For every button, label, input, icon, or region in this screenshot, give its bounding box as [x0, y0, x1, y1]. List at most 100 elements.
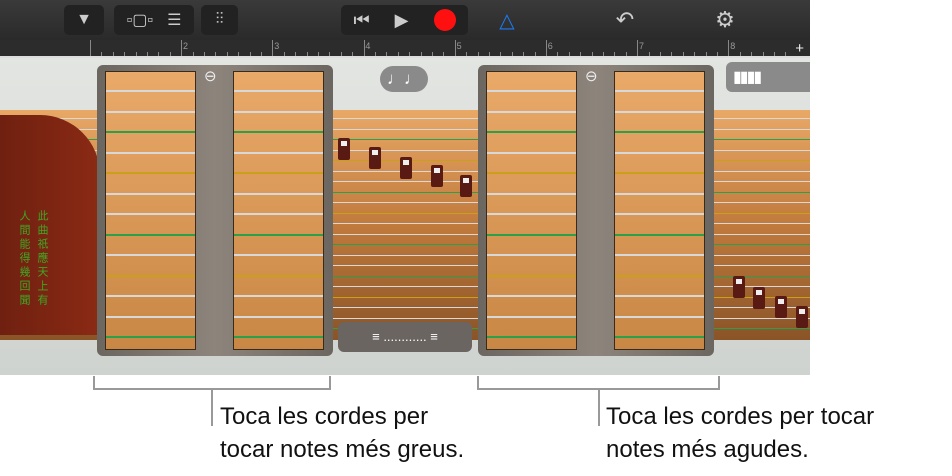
string[interactable] — [487, 90, 576, 92]
string[interactable] — [487, 110, 576, 113]
bridge — [338, 138, 350, 160]
ruler-tick — [352, 52, 354, 56]
high-strings-panel-2[interactable] — [614, 71, 705, 350]
mixer-button[interactable]: ⫶⫶ — [201, 5, 238, 35]
string[interactable] — [615, 213, 704, 215]
string[interactable] — [487, 172, 576, 174]
ruler-tick — [306, 52, 308, 56]
view-toggle-icon[interactable]: ▫▢▫ — [127, 10, 153, 30]
bridge — [733, 276, 745, 298]
string[interactable] — [487, 274, 576, 277]
string[interactable] — [615, 192, 704, 195]
string[interactable] — [615, 295, 704, 297]
timeline-ruler[interactable]: 2 3 4 5 6 7 8 + — [0, 40, 810, 58]
ruler-tick — [124, 52, 126, 56]
ruler-tick — [261, 52, 262, 56]
callout-line-right — [598, 390, 600, 426]
string[interactable] — [234, 110, 323, 113]
string[interactable] — [234, 274, 323, 277]
string[interactable] — [487, 315, 576, 318]
ruler-tick — [340, 52, 342, 56]
string[interactable] — [106, 172, 195, 174]
range-selector[interactable]: ▮▮▮▮ — [726, 62, 810, 92]
string[interactable] — [615, 90, 704, 92]
zoom-out-icon[interactable]: ⊖ — [204, 67, 217, 85]
undo-button[interactable]: ↶ — [610, 5, 640, 35]
browser-button[interactable]: ▼ — [64, 5, 104, 35]
low-strings-panel-2[interactable] — [233, 71, 324, 350]
string[interactable] — [615, 233, 704, 236]
settings-button[interactable]: ⚙ — [710, 5, 740, 35]
string[interactable] — [234, 315, 323, 318]
string[interactable] — [487, 295, 576, 297]
string[interactable] — [487, 192, 576, 195]
low-strings-frame: ⊖ — [97, 65, 333, 356]
bridge — [369, 147, 381, 169]
add-section-icon[interactable]: + — [795, 40, 804, 57]
string[interactable] — [234, 233, 323, 236]
string[interactable] — [234, 172, 323, 174]
chord-strip[interactable]: ≡ ............ ≡ — [338, 322, 472, 352]
ruler-tick — [580, 52, 582, 56]
string[interactable] — [234, 295, 323, 297]
string[interactable] — [106, 90, 195, 92]
string[interactable] — [615, 274, 704, 277]
string[interactable] — [234, 151, 323, 154]
string[interactable] — [234, 90, 323, 92]
play-icon[interactable]: ▶ — [395, 10, 409, 31]
string[interactable] — [106, 254, 195, 256]
string[interactable] — [234, 213, 323, 215]
string[interactable] — [106, 295, 195, 297]
bar-number: 4 — [365, 41, 371, 51]
ruler-tick — [774, 52, 775, 56]
triangle-down-icon: ▼ — [76, 11, 92, 28]
ruler-tick — [500, 52, 502, 56]
string[interactable] — [106, 151, 195, 154]
ruler-tick — [443, 52, 445, 56]
string[interactable] — [106, 274, 195, 277]
low-strings-panel-1[interactable] — [105, 71, 196, 350]
callout-bracket-left — [93, 376, 331, 390]
ruler-tick — [751, 52, 753, 56]
metronome-button[interactable]: △ — [492, 5, 522, 35]
string[interactable] — [106, 192, 195, 195]
tracks-icon[interactable]: ☰ — [167, 10, 181, 30]
string[interactable] — [487, 254, 576, 256]
string[interactable] — [615, 172, 704, 174]
string[interactable] — [106, 233, 195, 236]
inscription-left: 人間能得幾回聞 — [18, 210, 30, 308]
string[interactable] — [487, 131, 576, 133]
notes-button[interactable]: ♩♩ — [380, 66, 428, 92]
string[interactable] — [106, 315, 195, 318]
string[interactable] — [487, 213, 576, 215]
ruler-tick — [238, 52, 240, 56]
string[interactable] — [615, 131, 704, 133]
ruler-tick — [249, 52, 251, 56]
string[interactable] — [106, 336, 195, 338]
string[interactable] — [615, 315, 704, 318]
string[interactable] — [487, 151, 576, 154]
string[interactable] — [234, 131, 323, 133]
record-icon[interactable] — [433, 9, 456, 31]
string[interactable] — [615, 254, 704, 256]
go-to-start-icon[interactable]: ⏮ — [353, 10, 369, 31]
string[interactable] — [234, 254, 323, 256]
string[interactable] — [615, 151, 704, 154]
string[interactable] — [106, 131, 195, 133]
zoom-out-icon[interactable]: ⊖ — [585, 67, 598, 85]
bridge — [400, 157, 412, 179]
string[interactable] — [615, 336, 704, 338]
string[interactable] — [106, 213, 195, 215]
bridge — [460, 175, 472, 197]
view-buttons[interactable]: ▫▢▫ ☰ — [114, 5, 194, 35]
string[interactable] — [487, 233, 576, 236]
string[interactable] — [487, 336, 576, 338]
string[interactable] — [615, 110, 704, 113]
string[interactable] — [106, 110, 195, 113]
range-bars-icon: ▮▮▮▮ — [733, 69, 762, 86]
ruler-tick — [318, 52, 319, 56]
string[interactable] — [234, 336, 323, 338]
high-strings-panel-1[interactable] — [486, 71, 577, 350]
ruler-tick — [489, 52, 490, 56]
string[interactable] — [234, 192, 323, 195]
